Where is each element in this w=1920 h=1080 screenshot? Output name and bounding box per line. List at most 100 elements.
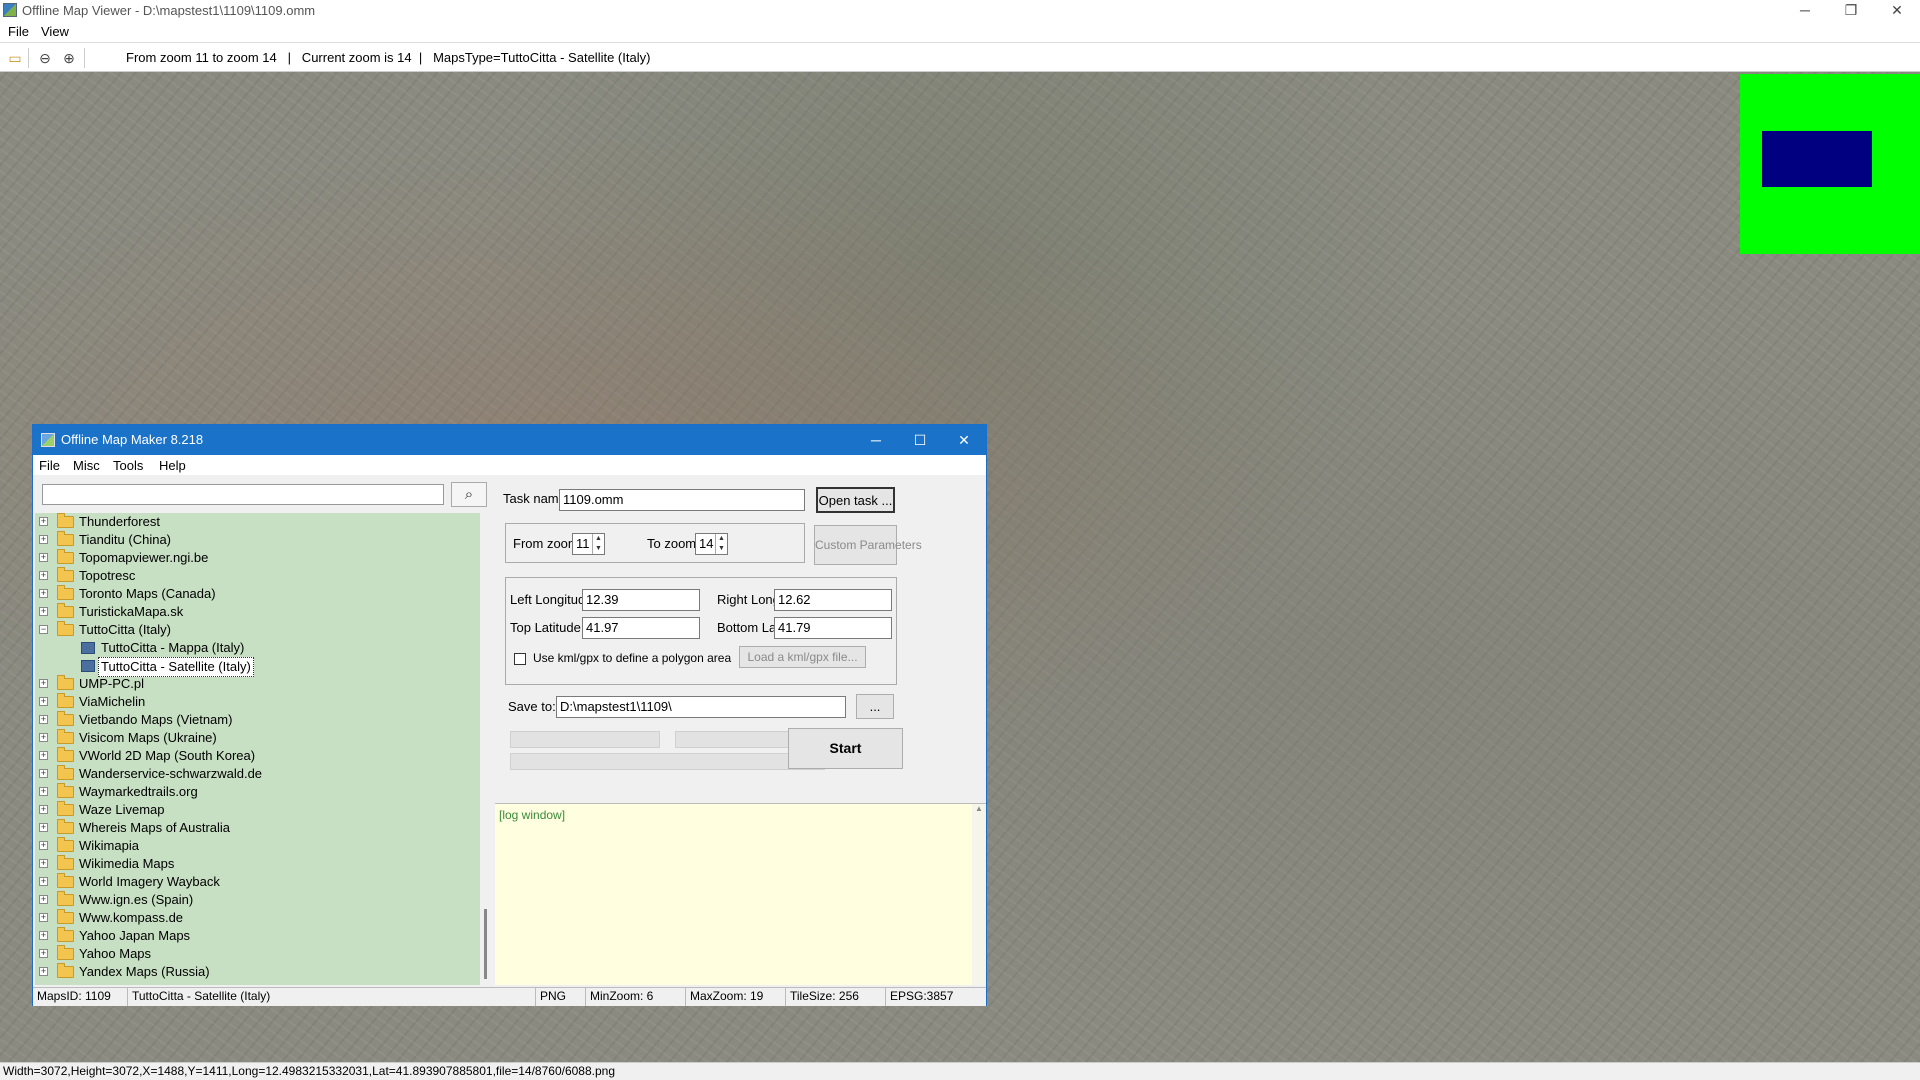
tree-folder-item[interactable]: + Wanderservice-schwarzwald.de: [35, 765, 480, 783]
open-task-button[interactable]: Open task ...: [816, 487, 895, 513]
collapse-icon[interactable]: −: [39, 625, 48, 634]
tree-folder-item[interactable]: + Visicom Maps (Ukraine): [35, 729, 480, 747]
right-longitude-field[interactable]: 12.62: [774, 589, 892, 611]
kml-polygon-checkbox[interactable]: [514, 653, 526, 665]
expand-icon[interactable]: +: [39, 571, 48, 580]
tree-item-label: TuttoCitta (Italy): [79, 622, 171, 637]
expand-icon[interactable]: +: [39, 715, 48, 724]
dialog-menu-file[interactable]: File: [39, 458, 60, 473]
tree-folder-item[interactable]: + Yandex Maps (Russia): [35, 963, 480, 981]
to-zoom-field[interactable]: 14 ▲ ▼: [695, 533, 728, 555]
tree-map-item[interactable]: TuttoCitta - Satellite (Italy): [35, 657, 480, 677]
tree-folder-item[interactable]: + ViaMichelin: [35, 693, 480, 711]
dialog-menu-tools[interactable]: Tools: [113, 458, 143, 473]
expand-icon[interactable]: +: [39, 931, 48, 940]
tree-item-label: UMP-PC.pl: [79, 676, 145, 691]
tree-folder-item[interactable]: + Wikimedia Maps: [35, 855, 480, 873]
tree-folder-item[interactable]: + Toronto Maps (Canada): [35, 585, 480, 603]
dialog-close-button[interactable]: ✕: [942, 425, 986, 455]
log-scrollbar[interactable]: ▲: [972, 804, 986, 985]
zoom-out-icon[interactable]: ⊖: [36, 49, 54, 67]
open-folder-icon[interactable]: ▭: [6, 49, 24, 67]
restore-button[interactable]: ❐: [1828, 0, 1874, 22]
expand-icon[interactable]: +: [39, 769, 48, 778]
expand-icon[interactable]: +: [39, 517, 48, 526]
expand-icon[interactable]: +: [39, 859, 48, 868]
expand-icon[interactable]: +: [39, 895, 48, 904]
map-provider-tree[interactable]: + Thunderforest + Tianditu (China) + Topomapv…: [35, 513, 480, 985]
expand-icon[interactable]: +: [39, 535, 48, 544]
tree-folder-item[interactable]: + Wikimapia: [35, 837, 480, 855]
overview-map[interactable]: [1740, 74, 1920, 254]
menu-file[interactable]: File: [8, 24, 29, 39]
browse-folder-button[interactable]: ...: [856, 694, 894, 719]
expand-icon[interactable]: +: [39, 553, 48, 562]
tree-map-item[interactable]: TuttoCitta - Mappa (Italy): [35, 639, 480, 657]
start-button[interactable]: Start: [788, 728, 903, 769]
folder-icon: [57, 855, 74, 870]
zoom-info-text: From zoom 11 to zoom 14 | Current zoom i…: [126, 50, 651, 65]
expand-icon[interactable]: +: [39, 679, 48, 688]
bottom-latitude-field[interactable]: 41.79: [774, 617, 892, 639]
expand-icon[interactable]: +: [39, 787, 48, 796]
tree-folder-item[interactable]: + Www.ign.es (Spain): [35, 891, 480, 909]
tree-folder-item[interactable]: − TuttoCitta (Italy): [35, 621, 480, 639]
dialog-menu-bar: File Misc Tools Help: [33, 455, 986, 475]
folder-icon: [57, 909, 74, 924]
to-zoom-stepper[interactable]: ▲ ▼: [715, 534, 727, 554]
expand-icon[interactable]: +: [39, 949, 48, 958]
expand-icon[interactable]: +: [39, 877, 48, 886]
tree-folder-item[interactable]: + Waze Livemap: [35, 801, 480, 819]
dialog-menu-help[interactable]: Help: [159, 458, 186, 473]
tree-folder-item[interactable]: + Thunderforest: [35, 513, 480, 531]
expand-icon[interactable]: +: [39, 805, 48, 814]
task-name-field[interactable]: 1109.omm: [559, 489, 805, 511]
menu-view[interactable]: View: [41, 24, 69, 39]
dialog-maximize-button[interactable]: ☐: [898, 425, 942, 455]
tree-folder-item[interactable]: + Www.kompass.de: [35, 909, 480, 927]
tree-folder-item[interactable]: + Whereis Maps of Australia: [35, 819, 480, 837]
expand-icon[interactable]: +: [39, 607, 48, 616]
save-path-field[interactable]: D:\mapstest1\1109\: [556, 696, 846, 718]
tree-folder-item[interactable]: + Yahoo Japan Maps: [35, 927, 480, 945]
expand-icon[interactable]: +: [39, 697, 48, 706]
tree-folder-item[interactable]: + Topomapviewer.ngi.be: [35, 549, 480, 567]
zoom-in-icon[interactable]: ⊕: [60, 49, 78, 67]
custom-parameters-button[interactable]: Custom Parameters: [814, 525, 922, 565]
tree-item-label: Waymarkedtrails.org: [79, 784, 198, 799]
expand-icon[interactable]: +: [39, 733, 48, 742]
tree-scrollbar[interactable]: [480, 513, 494, 985]
minimize-button[interactable]: ─: [1782, 0, 1828, 22]
tree-folder-item[interactable]: + Waymarkedtrails.org: [35, 783, 480, 801]
kml-polygon-label: Use kml/gpx to define a polygon area: [533, 651, 732, 665]
expand-icon[interactable]: +: [39, 589, 48, 598]
from-zoom-stepper[interactable]: ▲ ▼: [592, 534, 604, 554]
tree-folder-item[interactable]: + Topotresc: [35, 567, 480, 585]
close-button[interactable]: ✕: [1874, 0, 1920, 22]
tree-scroll-thumb[interactable]: [484, 909, 487, 979]
search-button[interactable]: ⌕: [451, 482, 487, 507]
tree-folder-item[interactable]: + VWorld 2D Map (South Korea): [35, 747, 480, 765]
log-window[interactable]: [log window] ▲: [495, 803, 986, 985]
tree-folder-item[interactable]: + UMP-PC.pl: [35, 675, 480, 693]
overview-viewport-rect[interactable]: [1762, 131, 1872, 187]
folder-icon: [57, 819, 74, 834]
map-search-input[interactable]: [42, 484, 444, 505]
left-longitude-field[interactable]: 12.39: [582, 589, 700, 611]
tree-folder-item[interactable]: + Yahoo Maps: [35, 945, 480, 963]
expand-icon[interactable]: +: [39, 823, 48, 832]
dialog-minimize-button[interactable]: ─: [854, 425, 898, 455]
tree-folder-item[interactable]: + Tianditu (China): [35, 531, 480, 549]
tree-folder-item[interactable]: + World Imagery Wayback: [35, 873, 480, 891]
dialog-menu-misc[interactable]: Misc: [73, 458, 100, 473]
from-zoom-field[interactable]: 11 ▲ ▼: [572, 533, 605, 555]
top-latitude-field[interactable]: 41.97: [582, 617, 700, 639]
tree-folder-item[interactable]: + Vietbando Maps (Vietnam): [35, 711, 480, 729]
load-kml-button[interactable]: Load a kml/gpx file...: [739, 646, 866, 668]
expand-icon[interactable]: +: [39, 913, 48, 922]
expand-icon[interactable]: +: [39, 751, 48, 760]
folder-icon: [57, 531, 74, 546]
expand-icon[interactable]: +: [39, 967, 48, 976]
expand-icon[interactable]: +: [39, 841, 48, 850]
tree-folder-item[interactable]: + TuristickaMapa.sk: [35, 603, 480, 621]
